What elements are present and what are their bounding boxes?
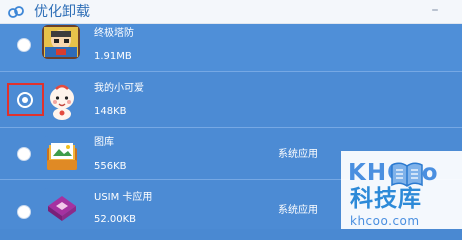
cute-baby-app-icon [42, 81, 82, 121]
app-size: 148KB [94, 106, 127, 117]
watermark-title: 科技库 [350, 186, 422, 212]
app-row[interactable]: 我的小可爱 148KB [0, 72, 462, 128]
window-title: 优化卸载 [34, 4, 90, 20]
gallery-app-icon [42, 136, 82, 176]
system-app-tag: 系统应用 [278, 205, 318, 216]
book-icon [391, 162, 423, 187]
app-name: 我的小可爱 [94, 83, 144, 94]
minimize-button[interactable]: – [426, 1, 444, 21]
app-name: 终极塔防 [94, 28, 134, 39]
watermark: KHCoo 科技库 khcoo.com [341, 151, 462, 229]
app-name: 图库 [94, 137, 114, 148]
system-app-tag: 系统应用 [278, 149, 318, 160]
app-row[interactable]: 终极塔防 1.91MB [0, 24, 462, 72]
app-name: USIM 卡应用 [94, 192, 153, 203]
sim-card-app-icon [42, 188, 82, 228]
tower-defense-app-icon [42, 25, 80, 59]
selection-highlight [7, 83, 44, 116]
app-radio[interactable] [17, 38, 31, 52]
uninstall-window: 优化卸载 – 终极塔防 1.91MB 我的小可爱 148KB 图库 556KB … [0, 0, 462, 229]
title-bar: 优化卸载 – [0, 0, 462, 24]
app-size: 1.91MB [94, 51, 132, 62]
app-radio[interactable] [17, 147, 31, 161]
watermark-url: khcoo.com [350, 214, 420, 228]
app-size: 556KB [94, 161, 127, 172]
app-radio[interactable] [17, 205, 31, 219]
app-size: 52.00KB [94, 214, 137, 225]
cloud-logo-icon [8, 6, 24, 18]
